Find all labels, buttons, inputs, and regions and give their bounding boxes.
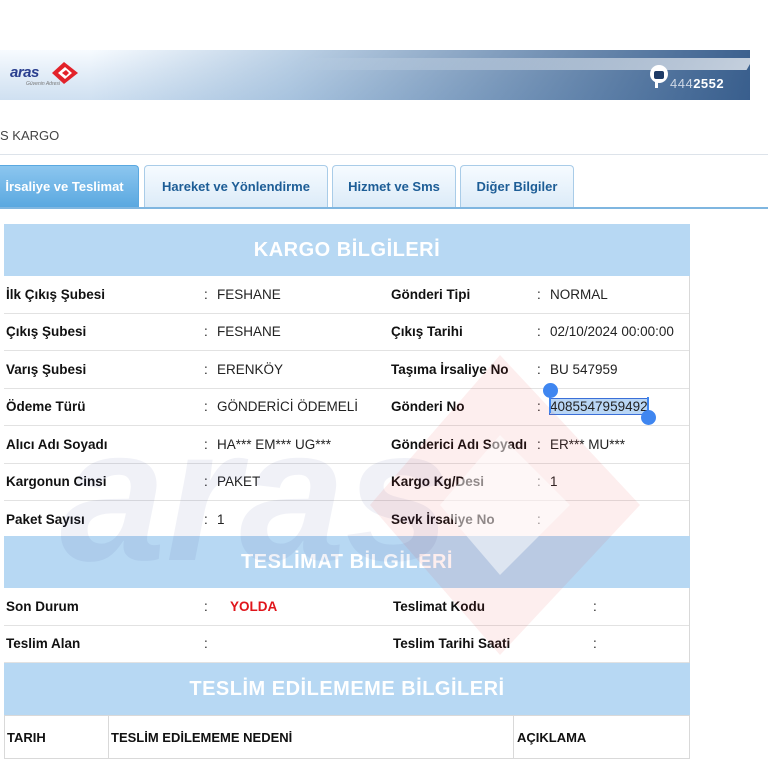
gonderi-tipi-label: Gönderi Tipi [391,286,471,302]
sevk-irsaliye-no-label: Sevk İrsaliye No [391,511,495,527]
breadcrumb[interactable]: S KARGO [0,128,59,143]
teslim-tarihi-saati-label: Teslim Tarihi Saati [393,636,511,652]
kargo-kg-desi-value: 1 [550,474,558,490]
table-row: Teslim Alan : Teslim Tarihi Saati : [4,626,689,663]
phone-prefix: 444 [670,76,694,91]
paket-sayisi-value: 1 [217,511,225,527]
tab-hareket-yonlendirme[interactable]: Hareket ve Yönlendirme [144,165,328,207]
alici-adi-soyadi-label: Alıcı Adı Soyadı [6,436,108,452]
phone-icon [650,65,668,88]
separator: : [537,361,541,377]
selected-text[interactable]: 4085547959492 [549,398,649,416]
cikis-subesi-value: FESHANE [217,324,281,340]
alici-adi-soyadi-value: HA*** EM*** UG*** [217,436,332,452]
tasima-irsaliye-no-label: Taşıma İrsaliye No [391,361,509,377]
gonderici-adi-soyadi-value: ER*** MU*** [550,436,626,452]
separator: : [204,474,208,490]
separator: : [593,636,597,652]
separator: : [537,324,541,340]
ilk-cikis-subesi-label: İlk Çıkış Şubesi [6,286,106,302]
varis-subesi-label: Varış Şubesi [6,361,87,377]
paket-sayisi-label: Paket Sayısı [6,511,85,527]
teslim-alan-label: Teslim Alan [6,636,81,652]
son-durum-label: Son Durum [6,598,79,614]
table-row: Ödeme Türü : GÖNDERİCİ ÖDEMELİ Gönderi N… [4,389,689,426]
teslimat-kodu-label: Teslimat Kodu [393,598,486,614]
teslimat-bilgileri-section: TESLİMAT BİLGİLERİ Son Durum : YOLDA Tes… [4,536,690,663]
tab-hizmet-sms[interactable]: Hizmet ve Sms [332,165,456,207]
odeme-turu-value: GÖNDERİCİ ÖDEMELİ [217,399,359,415]
gonderi-tipi-value: NORMAL [550,286,608,302]
teslim-edilememe-title: TESLİM EDİLEMEME BİLGİLERİ [4,663,690,715]
table-row: Varış Şubesi : ERENKÖY Taşıma İrsaliye N… [4,351,689,389]
table-row: Alıcı Adı Soyadı : HA*** EM*** UG*** Gön… [4,426,689,464]
column-header-neden: TESLİM EDİLEMEME NEDENİ [111,729,293,745]
kargonun-cinsi-label: Kargonun Cinsi [6,474,107,490]
table-row: İlk Çıkış Şubesi : FESHANE Gönderi Tipi … [4,276,689,314]
gonderi-no-value[interactable]: 4085547959492 [549,389,649,426]
kargo-bilgileri-table: İlk Çıkış Şubesi : FESHANE Gönderi Tipi … [4,276,690,539]
logo-text: aras [10,64,39,81]
tab-label: Hareket ve Yönlendirme [162,179,310,194]
column-divider [513,716,514,758]
selection-end-stem [647,397,649,412]
table-row: Son Durum : YOLDA Teslimat Kodu : [4,588,689,626]
kargonun-cinsi-value: PAKET [217,474,261,490]
separator: : [537,474,541,490]
cikis-tarihi-value: 02/10/2024 00:00:00 [550,324,674,340]
cikis-tarihi-label: Çıkış Tarihi [391,324,463,340]
teslimat-bilgileri-table: Son Durum : YOLDA Teslimat Kodu : Teslim… [4,588,690,663]
aras-logo-mark-icon [52,62,78,84]
odeme-turu-label: Ödeme Türü [6,399,86,415]
separator: : [204,636,208,652]
kargo-bilgileri-section: KARGO BİLGİLERİ İlk Çıkış Şubesi : FESHA… [4,224,690,539]
column-divider [4,716,5,758]
tab-label: İrsaliye ve Teslimat [5,179,124,194]
separator: : [204,436,208,452]
tab-diger-bilgiler[interactable]: Diğer Bilgiler [460,165,574,207]
separator: : [204,361,208,377]
teslimat-bilgileri-title: TESLİMAT BİLGİLERİ [4,536,690,588]
separator: : [537,286,541,302]
tab-underline [0,207,768,209]
table-row: Paket Sayısı : 1 Sevk İrsaliye No : [4,501,689,539]
phone-suffix: 2552 [693,76,725,91]
teslim-edilememe-table-header: TARIH TESLİM EDİLEMEME NEDENİ AÇIKLAMA [4,715,690,759]
separator: : [204,324,208,340]
cikis-subesi-label: Çıkış Şubesi [6,324,87,340]
column-header-aciklama: AÇIKLAMA [517,729,587,745]
kargo-kg-desi-label: Kargo Kg/Desi [391,474,485,490]
gonderi-no-label: Gönderi No [391,399,465,415]
table-row: Çıkış Şubesi : FESHANE Çıkış Tarihi : 02… [4,314,689,351]
separator: : [204,286,208,302]
table-row: Kargonun Cinsi : PAKET Kargo Kg/Desi : 1 [4,464,689,501]
ilk-cikis-subesi-value: FESHANE [217,286,281,302]
separator: : [204,598,208,614]
selection-start-stem [549,396,551,413]
separator: : [537,436,541,452]
header-banner: aras Güvenin Adresi 4442552 [0,50,750,100]
aras-logo[interactable]: aras Güvenin Adresi [4,54,84,94]
tab-label: Hizmet ve Sms [348,179,440,194]
varis-subesi-value: ERENKÖY [217,361,284,377]
separator: : [537,511,541,527]
separator: : [204,511,208,527]
gonderici-adi-soyadi-label: Gönderici Adı Soyadı [391,436,528,452]
separator: : [593,598,597,614]
column-divider [108,716,109,758]
phone-number: 4442552 [648,60,738,96]
teslim-edilememe-section: TESLİM EDİLEMEME BİLGİLERİ TARIH TESLİM … [4,663,690,759]
separator: : [204,399,208,415]
selection-end-handle[interactable] [641,410,656,425]
divider [0,154,768,155]
tab-label: Diğer Bilgiler [476,179,558,194]
tasima-irsaliye-no-value: BU 547959 [550,361,618,377]
separator: : [537,399,541,415]
kargo-bilgileri-title: KARGO BİLGİLERİ [4,224,690,276]
tab-irsaliye-teslimat[interactable]: İrsaliye ve Teslimat [0,165,139,207]
son-durum-status: YOLDA [230,598,278,614]
tab-bar: İrsaliye ve Teslimat Hareket ve Yönlendi… [0,165,768,208]
column-header-tarih: TARIH [7,729,46,745]
